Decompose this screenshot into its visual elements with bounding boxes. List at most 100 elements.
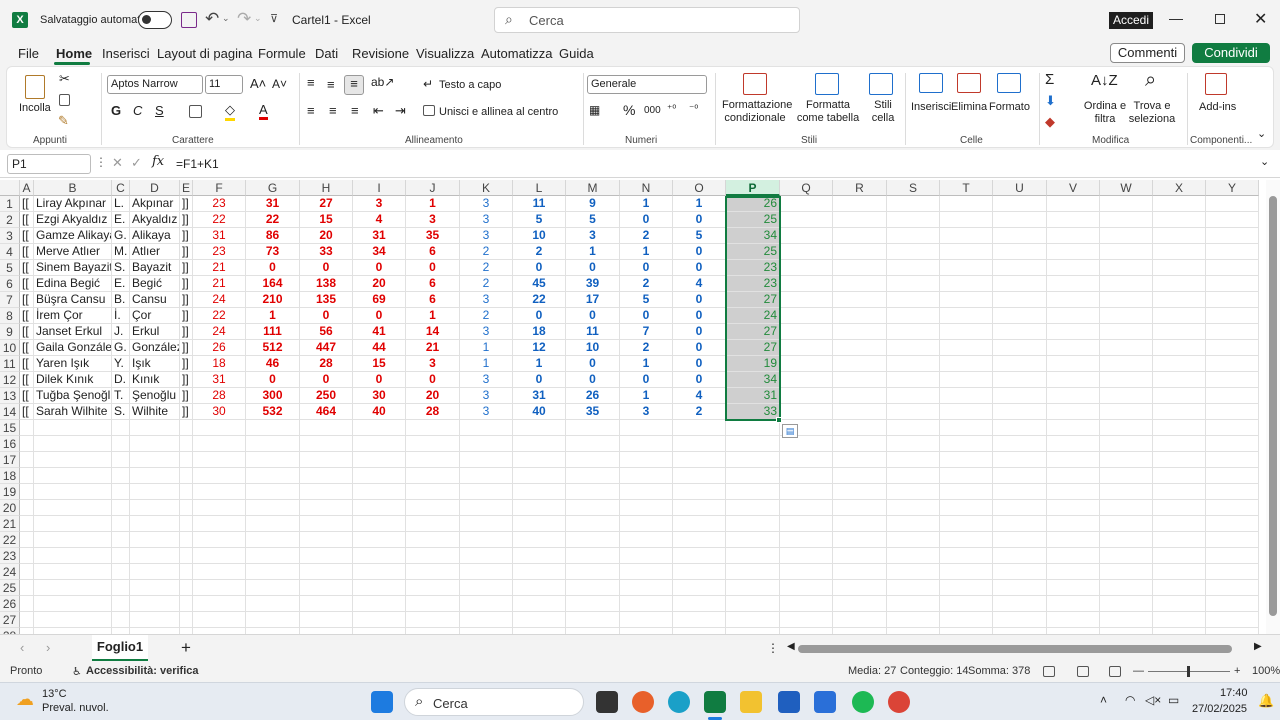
- cell-k13[interactable]: 3: [460, 388, 513, 404]
- cell[interactable]: [1100, 404, 1153, 420]
- cell[interactable]: [993, 404, 1047, 420]
- cell[interactable]: [300, 436, 353, 452]
- cell-h1[interactable]: 27: [300, 196, 353, 212]
- cell[interactable]: [513, 548, 566, 564]
- cell[interactable]: [940, 244, 993, 260]
- cut-icon[interactable]: ✂: [59, 71, 70, 87]
- autosave-toggle[interactable]: [138, 11, 172, 29]
- font-size-combo[interactable]: 11: [205, 75, 243, 94]
- cell-l2[interactable]: 5: [513, 212, 566, 228]
- cell[interactable]: [180, 564, 193, 580]
- row-header[interactable]: 7: [0, 292, 20, 308]
- clock-date[interactable]: 27/02/2025: [1192, 703, 1247, 715]
- cell[interactable]: [993, 468, 1047, 484]
- cell[interactable]: [20, 532, 34, 548]
- row-header[interactable]: 24: [0, 564, 20, 580]
- align-right-icon[interactable]: ≡: [351, 103, 359, 118]
- horizontal-scroll-thumb[interactable]: [798, 645, 1232, 653]
- cell[interactable]: [1206, 596, 1259, 612]
- cell[interactable]: [460, 548, 513, 564]
- cell[interactable]: [34, 564, 112, 580]
- cell[interactable]: [566, 532, 620, 548]
- cell[interactable]: [833, 260, 887, 276]
- cell[interactable]: [20, 468, 34, 484]
- cell-k7[interactable]: 3: [460, 292, 513, 308]
- cell[interactable]: [34, 548, 112, 564]
- restore-icon[interactable]: [1215, 14, 1225, 24]
- cell-e11[interactable]: ]]: [180, 356, 193, 372]
- cell[interactable]: [1206, 404, 1259, 420]
- cell-e12[interactable]: ]]: [180, 372, 193, 388]
- row-header[interactable]: 26: [0, 596, 20, 612]
- column-header-e[interactable]: E: [180, 180, 193, 196]
- cell[interactable]: [300, 516, 353, 532]
- cell[interactable]: [246, 548, 300, 564]
- firefox-icon[interactable]: [632, 691, 654, 713]
- merge-button[interactable]: Unisci e allinea al centro: [439, 106, 558, 119]
- cell-f4[interactable]: 23: [193, 244, 246, 260]
- cell[interactable]: [1100, 548, 1153, 564]
- column-header-m[interactable]: M: [566, 180, 620, 196]
- cell[interactable]: [353, 500, 406, 516]
- cell[interactable]: [353, 532, 406, 548]
- cell[interactable]: [620, 548, 673, 564]
- cell[interactable]: [833, 516, 887, 532]
- cell[interactable]: [20, 436, 34, 452]
- cell[interactable]: [940, 516, 993, 532]
- cell-k14[interactable]: 3: [460, 404, 513, 420]
- cell-g12[interactable]: 0: [246, 372, 300, 388]
- cell[interactable]: [1047, 228, 1100, 244]
- column-header-w[interactable]: W: [1100, 180, 1153, 196]
- cell-n4[interactable]: 1: [620, 244, 673, 260]
- cell-a1[interactable]: [[: [20, 196, 34, 212]
- cell-b5[interactable]: Sinem Bayazit: [34, 260, 112, 276]
- cell-i8[interactable]: 0: [353, 308, 406, 324]
- orientation-icon[interactable]: ab↗: [371, 75, 394, 89]
- column-header-s[interactable]: S: [887, 180, 940, 196]
- cell-j8[interactable]: 1: [406, 308, 460, 324]
- row-header[interactable]: 2: [0, 212, 20, 228]
- align-left-icon[interactable]: ≡: [307, 103, 315, 118]
- cell[interactable]: [193, 452, 246, 468]
- cell[interactable]: [726, 420, 780, 436]
- cell-l13[interactable]: 31: [513, 388, 566, 404]
- cell[interactable]: [34, 468, 112, 484]
- undo-icon[interactable]: ↶: [205, 9, 219, 29]
- edge-icon[interactable]: [668, 691, 690, 713]
- column-header-p[interactable]: P: [726, 180, 780, 196]
- wrap-text-button[interactable]: Testo a capo: [439, 79, 501, 92]
- cell[interactable]: [833, 212, 887, 228]
- cell-d14[interactable]: Wilhite: [130, 404, 180, 420]
- cell[interactable]: [1206, 388, 1259, 404]
- cell[interactable]: [993, 260, 1047, 276]
- cell[interactable]: [513, 484, 566, 500]
- cell[interactable]: [940, 580, 993, 596]
- cell-j6[interactable]: 6: [406, 276, 460, 292]
- cell[interactable]: [1047, 596, 1100, 612]
- cell[interactable]: [300, 580, 353, 596]
- cell[interactable]: [780, 276, 833, 292]
- cell[interactable]: [1153, 308, 1206, 324]
- cell[interactable]: [780, 228, 833, 244]
- cell[interactable]: [993, 484, 1047, 500]
- cell[interactable]: [620, 612, 673, 628]
- cell[interactable]: [673, 532, 726, 548]
- cell[interactable]: [1206, 532, 1259, 548]
- cell[interactable]: [993, 372, 1047, 388]
- cell-g2[interactable]: 22: [246, 212, 300, 228]
- cell-e7[interactable]: ]]: [180, 292, 193, 308]
- column-header-h[interactable]: H: [300, 180, 353, 196]
- close-icon[interactable]: ✕: [1254, 9, 1267, 29]
- cell-d4[interactable]: Atlıer: [130, 244, 180, 260]
- cell-o1[interactable]: 1: [673, 196, 726, 212]
- cell[interactable]: [353, 436, 406, 452]
- cell-j1[interactable]: 1: [406, 196, 460, 212]
- cell[interactable]: [300, 596, 353, 612]
- cell[interactable]: [406, 452, 460, 468]
- cell[interactable]: [833, 596, 887, 612]
- cell[interactable]: [833, 420, 887, 436]
- cell-f2[interactable]: 22: [193, 212, 246, 228]
- cell-f1[interactable]: 23: [193, 196, 246, 212]
- cell[interactable]: [940, 436, 993, 452]
- cell-k8[interactable]: 2: [460, 308, 513, 324]
